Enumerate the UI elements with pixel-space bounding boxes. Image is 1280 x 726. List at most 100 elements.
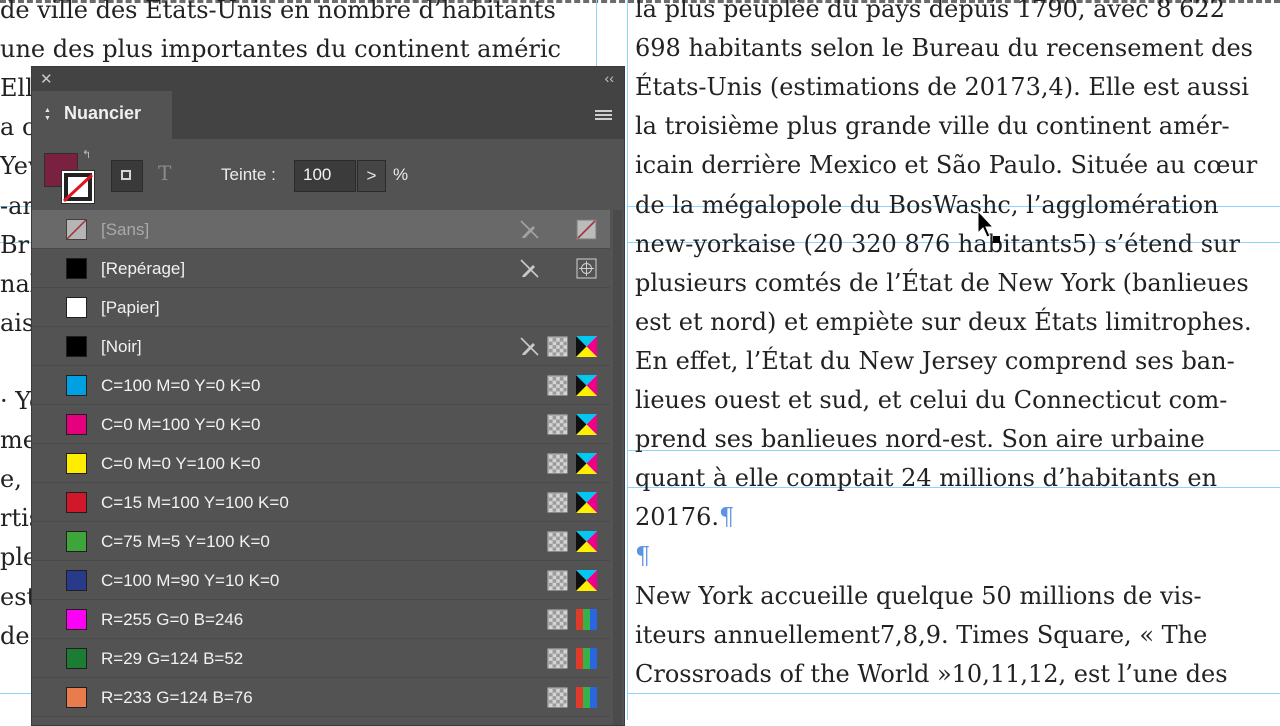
swatch-name: [Repérage]	[101, 259, 186, 278]
text-line: ¶	[635, 541, 650, 571]
swatch-row[interactable]: C=100 M=0 Y=0 K=0	[32, 366, 610, 405]
text-line-content: quant à elle comptait 24 millions d’habi…	[635, 464, 1218, 493]
swatch-row[interactable]: R=255 G=0 B=246	[32, 600, 610, 639]
swatch-row[interactable]: C=0 M=100 Y=0 K=0	[32, 405, 610, 444]
swatch-color-chip	[66, 531, 87, 552]
panel-title: Nuancier	[64, 103, 142, 123]
swatch-row[interactable]: C=75 M=5 Y=100 K=0	[32, 522, 610, 561]
swatch-name: C=100 M=90 Y=10 K=0	[101, 571, 280, 590]
swatch-name: R=255 G=0 B=246	[101, 610, 244, 629]
text-line: États-Unis (estimations de 20173,4). Ell…	[635, 72, 1249, 102]
swatch-color-chip	[66, 492, 87, 513]
swatch-color-chip	[66, 453, 87, 474]
swatch-color-chip	[66, 414, 87, 435]
text-line-content: 698 habitants selon le Bureau du recense…	[635, 34, 1253, 63]
swatch-color-chip	[66, 687, 87, 708]
rgb-icon	[576, 609, 597, 630]
stroke-swatch[interactable]	[61, 170, 95, 204]
text-line-content: New York accueille quelque 50 millions d…	[635, 581, 1202, 610]
text-line-content: de ville des États-Unis en nombre d’habi…	[0, 0, 556, 24]
text-line: une des plus importantes du continent am…	[0, 34, 561, 64]
swatch-row[interactable]: [Sans]	[32, 210, 610, 249]
panel-menu-icon[interactable]	[595, 110, 612, 122]
text-line-content: new-yorkaise (20 320 876 habitants5) s’é…	[635, 229, 1241, 258]
mouse-cursor-icon	[977, 210, 1000, 243]
cmyk-icon	[576, 531, 597, 552]
text-line-content: lieues ouest et sud, et celui du Connect…	[635, 386, 1228, 414]
process-icon	[547, 648, 568, 669]
swatch-list: [Sans] [Repérage] [Papier] [Noir] C=100 M=0 …	[32, 210, 610, 717]
swatch-name: R=29 G=124 B=52	[101, 649, 244, 668]
baseline-guide	[627, 693, 1280, 694]
panel-titlebar: ✕ ‹‹	[32, 67, 624, 91]
swatch-color-chip	[66, 570, 87, 591]
swatch-color-chip	[66, 219, 87, 240]
arrow-up-icon: ▲	[44, 107, 51, 114]
text-line-content: En effet, l’État du New Jersey comprend …	[635, 346, 1235, 375]
text-line: de la mégalopole du BosWashc, l’agglomér…	[635, 190, 1219, 220]
swatch-row[interactable]: R=233 G=124 B=76	[32, 678, 610, 717]
tint-label: Teinte :	[221, 165, 276, 184]
format-container-icon[interactable]	[111, 160, 143, 192]
text-line: la plus peuplée du pays depuis 1790, ave…	[635, 0, 1225, 24]
tint-input[interactable]: 100	[294, 160, 356, 192]
text-line-content: la plus peuplée du pays depuis 1790, ave…	[635, 0, 1225, 23]
tint-slider-button[interactable]: >	[357, 160, 386, 192]
pilcrow-icon: ¶	[635, 542, 651, 571]
swatch-color-chip	[66, 648, 87, 669]
text-line-content: est et nord) et empiète sur deux États l…	[635, 307, 1252, 336]
text-line-content: icain derrière Mexico et São Paulo. Situ…	[635, 151, 1258, 180]
swatch-name: [Papier]	[101, 298, 160, 317]
swatch-name: R=233 G=124 B=76	[101, 688, 253, 707]
swatch-row[interactable]: C=15 M=100 Y=100 K=0	[32, 483, 610, 522]
rgb-icon	[576, 648, 597, 669]
text-line-content: e,	[0, 465, 22, 494]
text-line-content: États-Unis (estimations de 20173,4). Ell…	[635, 73, 1249, 102]
process-icon	[547, 375, 568, 396]
pencil-slash-icon	[519, 219, 540, 240]
swatch-row[interactable]: R=29 G=124 B=52	[32, 639, 610, 678]
collapse-panel-icon[interactable]: ‹‹	[605, 70, 614, 86]
process-icon	[547, 414, 568, 435]
swatches-panel: ✕ ‹‹ ▲ ▼ Nuancier ↰ T Teinte : 100 > % […	[31, 66, 625, 726]
rgb-icon	[576, 687, 597, 708]
swap-fill-stroke-icon[interactable]: ↰	[82, 148, 91, 161]
pilcrow-icon: ¶	[718, 503, 735, 532]
swatch-row[interactable]: C=100 M=90 Y=10 K=0	[32, 561, 610, 600]
text-line: Br	[0, 230, 29, 260]
format-text-icon[interactable]: T	[158, 161, 171, 185]
text-line: prend ses banlieues nord-est. Son aire u…	[635, 424, 1205, 454]
cmyk-icon	[576, 414, 597, 435]
swatch-name: [Sans]	[101, 220, 150, 239]
swatch-row[interactable]: [Noir]	[32, 327, 610, 366]
cmyk-icon	[576, 453, 597, 474]
swatch-row[interactable]: [Repérage]	[32, 249, 610, 288]
text-line-content: de	[0, 621, 30, 650]
process-icon	[547, 453, 568, 474]
swatch-name: C=0 M=0 Y=100 K=0	[101, 454, 261, 473]
swatch-controls: ↰ T Teinte : 100 > %	[32, 139, 624, 209]
pencil-slash-icon	[519, 336, 540, 357]
text-line: New York accueille quelque 50 millions d…	[635, 581, 1202, 611]
registration-icon	[576, 258, 597, 279]
scrollbar[interactable]	[613, 210, 622, 725]
column-guide	[627, 0, 628, 720]
swatch-name: C=75 M=5 Y=100 K=0	[101, 532, 270, 551]
text-line: quant à elle comptait 24 millions d’habi…	[635, 463, 1217, 493]
swatch-name: [Noir]	[101, 337, 142, 356]
swatch-name: C=0 M=100 Y=0 K=0	[101, 415, 261, 434]
swatch-color-chip	[66, 258, 87, 279]
close-icon[interactable]: ✕	[40, 70, 53, 88]
text-line: new-yorkaise (20 320 876 habitants5) s’é…	[635, 229, 1240, 259]
swatch-row[interactable]: [Papier]	[32, 288, 610, 327]
tab-nuancier[interactable]: ▲ ▼ Nuancier	[32, 91, 172, 139]
text-line: est et nord) et empiète sur deux États l…	[635, 307, 1252, 337]
text-line-content: la troisième plus grande ville du contin…	[635, 112, 1230, 141]
text-line: icain derrière Mexico et São Paulo. Situ…	[635, 150, 1257, 180]
swatch-row[interactable]: C=0 M=0 Y=100 K=0	[32, 444, 610, 483]
text-line: de	[0, 621, 30, 651]
text-line-content: 20176.	[635, 503, 719, 532]
process-icon	[547, 570, 568, 591]
arrow-down-icon: ▼	[44, 115, 51, 122]
text-line: e,	[0, 464, 22, 494]
